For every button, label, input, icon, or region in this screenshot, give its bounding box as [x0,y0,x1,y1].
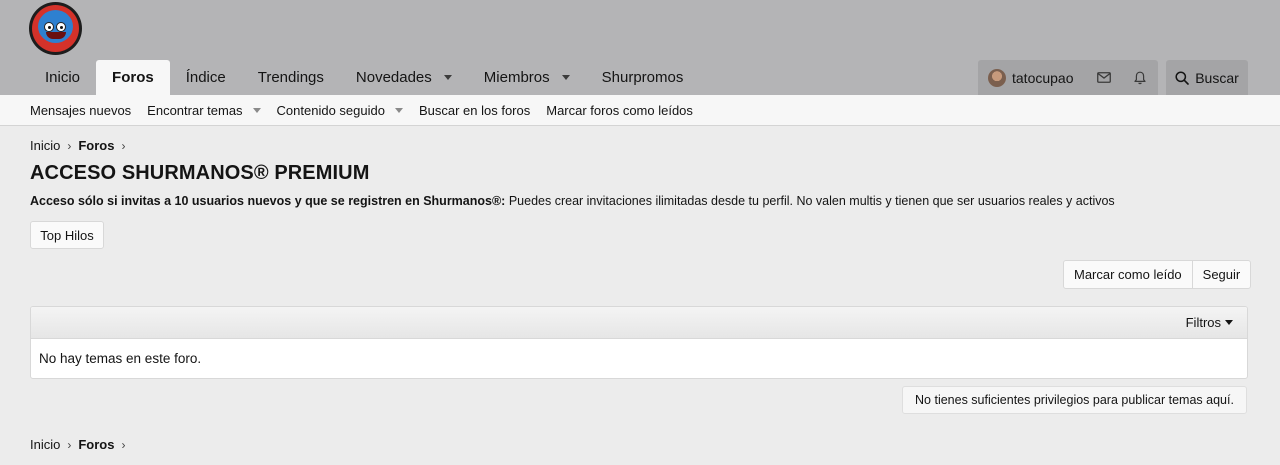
follow-button[interactable]: Seguir [1191,261,1251,288]
logo-eye-icon [56,22,66,32]
chevron-down-icon [1225,320,1233,325]
nav-tab-foros[interactable]: Foros [96,60,170,95]
inbox-button[interactable] [1086,60,1122,95]
nav-tab-shurpromos[interactable]: Shurpromos [586,60,700,95]
subnav-label: Mensajes nuevos [30,102,132,118]
nav-tab-label: Miembros [483,69,550,86]
permission-notice: No tienes suficientes privilegios para p… [902,386,1247,414]
thread-list-empty: No hay temas en este foro. [39,351,202,366]
site-logo[interactable] [29,2,82,55]
forum-actions: Marcar como leído Seguir [1063,260,1252,289]
nav-tab-inicio[interactable]: Inicio [29,60,96,95]
top-hilos-label: Top Hilos [40,227,94,243]
chevron-right-icon: › [67,138,72,153]
nav-tab-label: Shurpromos [601,69,684,86]
mark-read-button[interactable]: Marcar como leído [1064,261,1192,288]
subnav-marcar-leidos[interactable]: Marcar foros como leídos [538,95,701,125]
main-nav: Inicio Foros Índice Trendings Novedades … [29,60,699,95]
subnav-label: Marcar foros como leídos [546,102,693,118]
chevron-right-icon: › [121,437,126,452]
filters-button[interactable]: Filtros [1186,315,1233,330]
envelope-icon [1097,72,1111,83]
thread-list: Filtros No hay temas en este foro. [30,306,1248,379]
thread-list-header: Filtros [31,307,1247,339]
user-controls: tatocupao [978,60,1158,95]
breadcrumb-home[interactable]: Inicio [30,138,60,153]
breadcrumb-foros[interactable]: Foros [78,437,114,452]
breadcrumb: Inicio › Foros › [30,138,132,153]
subnav-label: Encontrar temas [147,102,243,118]
nav-tab-miembros[interactable]: Miembros [468,60,586,95]
top-hilos-button[interactable]: Top Hilos [30,221,104,249]
nav-tab-label: Inicio [45,69,81,86]
search-icon [1175,70,1190,85]
follow-label: Seguir [1202,267,1241,282]
nav-tab-indice[interactable]: Índice [170,60,242,95]
bell-icon [1134,71,1146,84]
nav-tab-label: Foros [112,69,154,86]
subnav-mensajes-nuevos[interactable]: Mensajes nuevos [22,95,139,125]
chevron-down-icon[interactable] [394,107,403,113]
chevron-right-icon: › [67,437,72,452]
search-button[interactable]: Buscar [1166,60,1248,95]
breadcrumb-footer: Inicio › Foros › [30,437,132,452]
breadcrumb-foros[interactable]: Foros [78,138,114,153]
forum-description: Acceso sólo si invitas a 10 usuarios nue… [30,194,1115,208]
mark-read-label: Marcar como leído [1074,267,1182,282]
filters-label: Filtros [1185,315,1221,330]
nav-tab-label: Trendings [257,69,324,86]
chevron-down-icon[interactable] [561,75,570,80]
forum-description-bold: Acceso sólo si invitas a 10 usuarios nue… [30,194,506,208]
alerts-button[interactable] [1122,60,1158,95]
subnav-encontrar-temas[interactable]: Encontrar temas [139,95,268,125]
search-button-label: Buscar [1195,69,1239,86]
nav-tab-label: Novedades [355,69,432,86]
chevron-right-icon: › [121,138,126,153]
subnav-contenido-seguido[interactable]: Contenido seguido [269,95,411,125]
subnav-label: Contenido seguido [276,102,385,118]
user-account-link[interactable]: tatocupao [978,60,1086,95]
username: tatocupao [1012,69,1074,86]
site-header: Inicio Foros Índice Trendings Novedades … [0,0,1280,95]
forum-description-text: Puedes crear invitaciones ilimitadas des… [505,194,1115,208]
nav-tab-label: Índice [185,69,226,86]
nav-tab-novedades[interactable]: Novedades [340,60,468,95]
breadcrumb-home[interactable]: Inicio [30,437,60,452]
chevron-down-icon[interactable] [252,107,261,113]
nav-tab-trendings[interactable]: Trendings [242,60,340,95]
avatar [988,68,1006,87]
subnav-label: Buscar en los foros [418,102,531,118]
page-title: ACCESO SHURMANOS® PREMIUM [30,162,370,184]
sub-nav: Mensajes nuevos Encontrar temas Contenid… [0,95,1280,126]
logo-eye-icon [44,22,54,32]
chevron-down-icon[interactable] [443,75,452,80]
subnav-buscar-foros[interactable]: Buscar en los foros [411,95,538,125]
